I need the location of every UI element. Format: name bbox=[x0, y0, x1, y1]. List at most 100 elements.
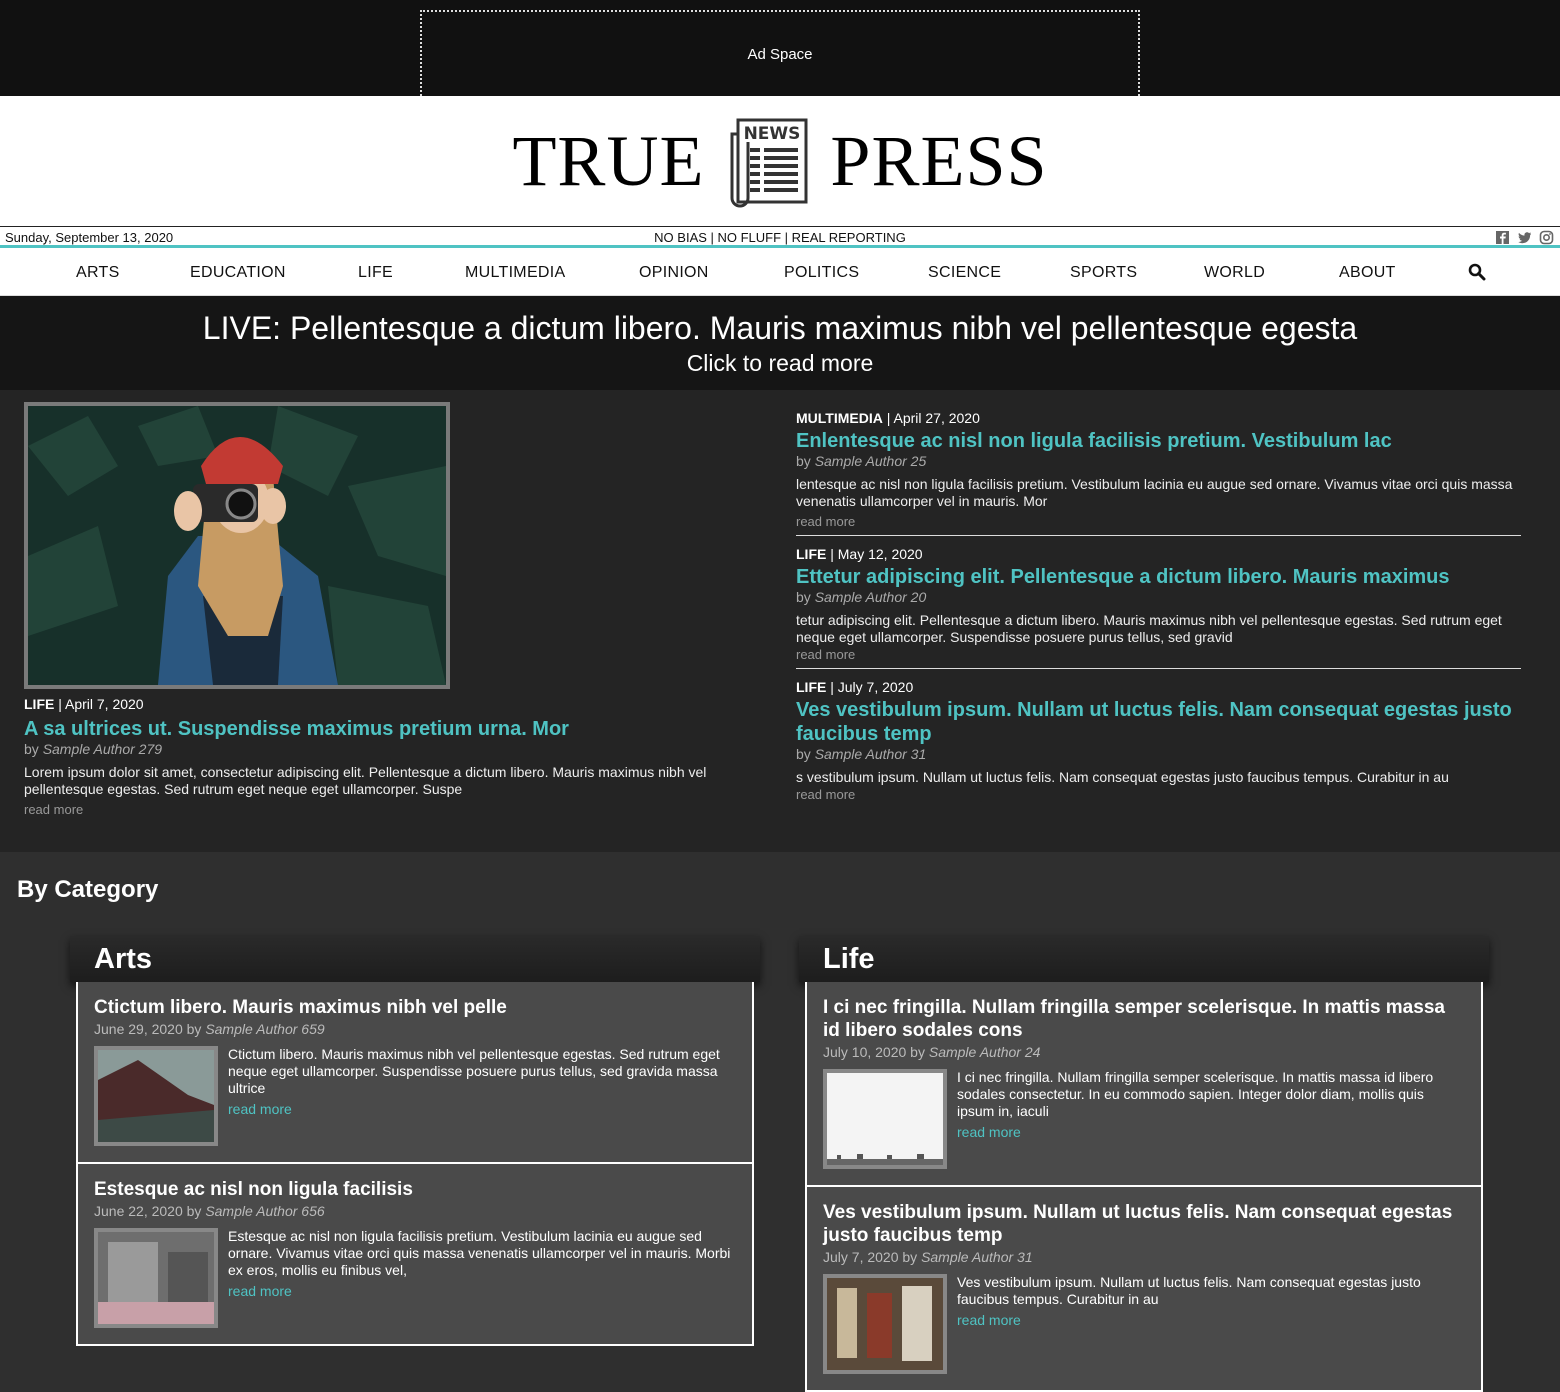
byline-prefix: by bbox=[796, 453, 815, 469]
category-title[interactable]: Arts bbox=[70, 936, 760, 982]
category-item-read-more[interactable]: read more bbox=[957, 1312, 1465, 1329]
category-list: Ctictum libero. Mauris maximus nibh vel … bbox=[76, 982, 754, 1346]
side-story-byline: by Sample Author 20 bbox=[796, 589, 1521, 605]
live-subtitle: Click to read more bbox=[686, 350, 874, 376]
hero-date: | April 7, 2020 bbox=[54, 696, 144, 712]
nav-item-opinion[interactable]: OPINION bbox=[639, 264, 709, 282]
side-story-byline: by Sample Author 31 bbox=[796, 746, 1521, 762]
category-item-author[interactable]: Sample Author 659 bbox=[205, 1021, 324, 1037]
category-item-author[interactable]: Sample Author 24 bbox=[929, 1044, 1041, 1060]
side-story-read-more[interactable]: read more bbox=[796, 787, 1521, 802]
ad-label: Ad Space bbox=[747, 45, 813, 63]
side-story-category[interactable]: LIFE bbox=[796, 679, 826, 695]
category-item-meta: June 22, 2020 by Sample Author 656 bbox=[94, 1203, 736, 1219]
hero-meta: LIFE | April 7, 2020 bbox=[24, 696, 744, 712]
side-story-category[interactable]: MULTIMEDIA bbox=[796, 410, 883, 426]
social-links bbox=[1495, 230, 1554, 245]
hero-read-more[interactable]: read more bbox=[24, 802, 744, 817]
hero-story: LIFE | April 7, 2020 A sa ultrices ut. S… bbox=[24, 696, 744, 817]
category-item-title[interactable]: I ci nec fringilla. Nullam fringilla sem… bbox=[823, 996, 1465, 1042]
category-item-title[interactable]: Ctictum libero. Mauris maximus nibh vel … bbox=[94, 996, 736, 1019]
category-item-author[interactable]: Sample Author 31 bbox=[921, 1249, 1033, 1265]
side-story: MULTIMEDIA | April 27, 2020 Enlentesque … bbox=[796, 410, 1521, 536]
nav-item-sports[interactable]: SPORTS bbox=[1070, 264, 1137, 282]
category-item-thumbnail[interactable] bbox=[94, 1046, 218, 1146]
side-story-date: | July 7, 2020 bbox=[826, 679, 914, 695]
category-item-date: July 10, 2020 by bbox=[823, 1044, 929, 1060]
ad-bar: Ad Space bbox=[0, 0, 1560, 96]
nav-item-about[interactable]: ABOUT bbox=[1339, 264, 1396, 282]
category-life: Life I ci nec fringilla. Nullam fringill… bbox=[799, 936, 1489, 1392]
featured-section: LIFE | April 7, 2020 A sa ultrices ut. S… bbox=[0, 390, 1560, 852]
nav-item-world[interactable]: WORLD bbox=[1204, 264, 1265, 282]
side-story-date: | May 12, 2020 bbox=[826, 546, 923, 562]
nav-item-science[interactable]: SCIENCE bbox=[928, 264, 1001, 282]
category-list: I ci nec fringilla. Nullam fringilla sem… bbox=[805, 982, 1483, 1392]
hero-excerpt: Lorem ipsum dolor sit amet, consectetur … bbox=[24, 764, 707, 797]
side-story-excerpt: tetur adipiscing elit. Pellentesque a di… bbox=[796, 612, 1502, 645]
side-story-meta: LIFE | July 7, 2020 bbox=[796, 679, 1521, 695]
side-story-read-more[interactable]: read more bbox=[796, 514, 1521, 529]
side-story-category[interactable]: LIFE bbox=[796, 546, 826, 562]
category-item-text: Ctictum libero. Mauris maximus nibh vel … bbox=[228, 1046, 736, 1146]
side-story-title[interactable]: Ettetur adipiscing elit. Pellentesque a … bbox=[796, 565, 1521, 589]
byline-prefix: by bbox=[24, 741, 43, 757]
side-story: LIFE | July 7, 2020 Ves vestibulum ipsum… bbox=[796, 679, 1521, 808]
live-banner[interactable]: LIVE: Pellentesque a dictum libero. Maur… bbox=[0, 296, 1560, 390]
category-item-text: Ves vestibulum ipsum. Nullam ut luctus f… bbox=[957, 1274, 1465, 1374]
category-item-title[interactable]: Ves vestibulum ipsum. Nullam ut luctus f… bbox=[823, 1201, 1465, 1247]
category-item: I ci nec fringilla. Nullam fringilla sem… bbox=[807, 982, 1481, 1187]
masthead[interactable]: TRUE NEWS PRESS bbox=[0, 96, 1560, 227]
side-story-author[interactable]: Sample Author 25 bbox=[815, 453, 927, 469]
nav-item-life[interactable]: LIFE bbox=[358, 264, 393, 282]
category-item-text: Estesque ac nisl non ligula facilisis pr… bbox=[228, 1228, 736, 1328]
category-item-read-more[interactable]: read more bbox=[228, 1283, 736, 1300]
side-story-author[interactable]: Sample Author 31 bbox=[815, 746, 927, 762]
twitter-icon[interactable] bbox=[1517, 230, 1532, 245]
category-item: Ves vestibulum ipsum. Nullam ut luctus f… bbox=[807, 1187, 1481, 1392]
facebook-icon[interactable] bbox=[1495, 230, 1510, 245]
side-story-title[interactable]: Enlentesque ac nisl non ligula facilisis… bbox=[796, 429, 1521, 453]
newspaper-logo-icon: NEWS bbox=[730, 118, 808, 208]
byline-prefix: by bbox=[796, 589, 815, 605]
category-item-read-more[interactable]: read more bbox=[957, 1124, 1465, 1141]
instagram-icon[interactable] bbox=[1539, 230, 1554, 245]
category-item-author[interactable]: Sample Author 656 bbox=[205, 1203, 324, 1219]
hero-title[interactable]: A sa ultrices ut. Suspendisse maximus pr… bbox=[24, 717, 744, 741]
category-item-date: June 22, 2020 by bbox=[94, 1203, 206, 1219]
category-item: Estesque ac nisl non ligula facilisis Ju… bbox=[78, 1164, 752, 1346]
live-headline: LIVE: Pellentesque a dictum libero. Maur… bbox=[202, 310, 1358, 346]
masthead-left-word: TRUE bbox=[512, 120, 705, 201]
category-item-thumbnail[interactable] bbox=[823, 1069, 947, 1169]
category-item: Ctictum libero. Mauris maximus nibh vel … bbox=[78, 982, 752, 1164]
by-category-heading: By Category bbox=[17, 876, 159, 903]
category-item-excerpt: Ctictum libero. Mauris maximus nibh vel … bbox=[228, 1046, 720, 1096]
nav-item-arts[interactable]: ARTS bbox=[76, 264, 120, 282]
category-item-date: June 29, 2020 by bbox=[94, 1021, 206, 1037]
hero-image[interactable] bbox=[24, 402, 450, 689]
nav-item-multimedia[interactable]: MULTIMEDIA bbox=[465, 264, 565, 282]
tagline: NO BIAS | NO FLUFF | REAL REPORTING bbox=[654, 230, 906, 245]
category-item-title[interactable]: Estesque ac nisl non ligula facilisis bbox=[94, 1178, 736, 1201]
side-story-byline: by Sample Author 25 bbox=[796, 453, 1521, 469]
category-item-meta: July 10, 2020 by Sample Author 24 bbox=[823, 1044, 1465, 1060]
hero-byline: by Sample Author 279 bbox=[24, 741, 744, 757]
hero-category[interactable]: LIFE bbox=[24, 696, 54, 712]
category-item-thumbnail[interactable] bbox=[94, 1228, 218, 1328]
ad-space[interactable]: Ad Space bbox=[420, 10, 1140, 96]
nav-item-education[interactable]: EDUCATION bbox=[190, 264, 286, 282]
hero-author[interactable]: Sample Author 279 bbox=[43, 741, 162, 757]
byline-prefix: by bbox=[796, 746, 815, 762]
category-item-excerpt: Estesque ac nisl non ligula facilisis pr… bbox=[228, 1228, 731, 1278]
category-item-thumbnail[interactable] bbox=[823, 1274, 947, 1374]
side-story-excerpt: s vestibulum ipsum. Nullam ut luctus fel… bbox=[796, 769, 1449, 785]
category-item-read-more[interactable]: read more bbox=[228, 1101, 736, 1118]
side-story-author[interactable]: Sample Author 20 bbox=[815, 589, 927, 605]
category-item-date: July 7, 2020 by bbox=[823, 1249, 922, 1265]
side-story-read-more[interactable]: read more bbox=[796, 647, 1521, 662]
side-story-title[interactable]: Ves vestibulum ipsum. Nullam ut luctus f… bbox=[796, 698, 1521, 746]
search-icon[interactable] bbox=[1468, 263, 1486, 281]
category-title[interactable]: Life bbox=[799, 936, 1489, 982]
side-stories: MULTIMEDIA | April 27, 2020 Enlentesque … bbox=[796, 410, 1521, 818]
nav-item-politics[interactable]: POLITICS bbox=[784, 264, 859, 282]
